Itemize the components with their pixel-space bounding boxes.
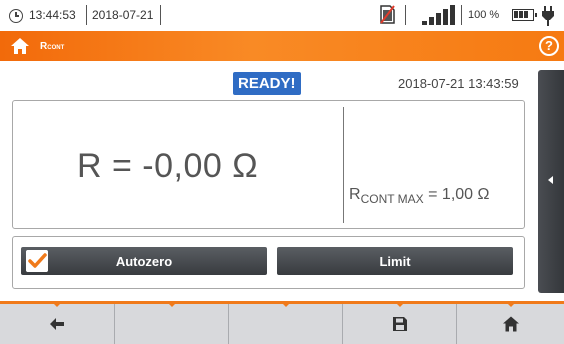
back-button[interactable] (0, 303, 115, 344)
toolbar-button-empty-2[interactable] (229, 303, 343, 344)
battery-icon (512, 9, 537, 21)
limit-label: Limit (379, 254, 411, 269)
sd-card-missing-icon (380, 5, 395, 24)
title-bar: RCONT ? (0, 31, 564, 61)
back-icon (50, 318, 64, 330)
side-panel-toggle[interactable] (538, 70, 564, 293)
status-date: 2018-07-21 (92, 8, 154, 22)
measurement-timestamp: 2018-07-21 13:43:59 (398, 76, 519, 91)
screen-title: RCONT (40, 41, 65, 52)
main-result: R = -0,00 Ω (77, 147, 259, 185)
bottom-toolbar (0, 301, 564, 344)
limit-result: RCONT MAX = 1,00 Ω (349, 186, 490, 206)
clock-icon (9, 9, 23, 23)
status-separator (461, 5, 462, 25)
battery-percent: 100 % (468, 9, 500, 21)
home-button[interactable] (457, 303, 564, 344)
chevron-left-icon (548, 176, 553, 184)
result-panel: R = -0,00 Ω RCONT MAX = 1,00 Ω (12, 100, 525, 229)
save-button[interactable] (343, 303, 457, 344)
limit-button[interactable]: Limit (277, 247, 513, 275)
home-icon[interactable] (10, 37, 30, 55)
result-divider (343, 107, 344, 223)
status-separator (405, 5, 406, 25)
toolbar-button-empty-1[interactable] (115, 303, 229, 344)
help-button[interactable]: ? (539, 36, 559, 56)
status-bar: 13:44:53 2018-07-21 100 % (0, 0, 564, 31)
control-panel: Autozero Limit (12, 236, 525, 289)
signal-strength-icon (422, 5, 456, 25)
status-badge: READY! (233, 72, 301, 95)
autozero-button[interactable]: Autozero (21, 247, 267, 275)
status-time: 13:44:53 (29, 8, 76, 22)
autozero-label: Autozero (115, 254, 173, 269)
status-separator (160, 5, 161, 25)
status-separator (86, 5, 87, 25)
power-plug-icon (542, 6, 554, 26)
save-icon (392, 317, 407, 331)
home-icon (502, 316, 519, 332)
